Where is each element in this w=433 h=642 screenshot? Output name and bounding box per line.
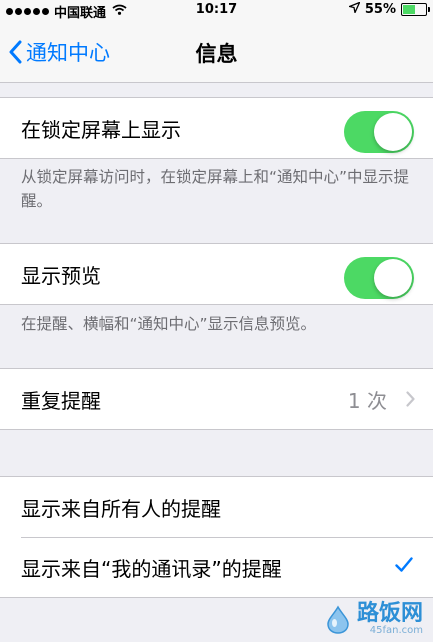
lock-screen-toggle[interactable]: [344, 111, 414, 153]
lock-screen-cell: 在锁定屏幕上显示: [0, 98, 433, 158]
repeat-value: 1 次: [347, 388, 387, 413]
battery-icon: [401, 3, 430, 16]
watermark: 路饭网 45fan.com: [323, 603, 423, 636]
preview-cell: 显示预览: [0, 244, 433, 304]
alert-option-label: 显示来自“我的通讯录”的提醒: [21, 556, 282, 581]
repeat-section: 重复提醒 1 次: [0, 368, 433, 430]
preview-section: 显示预览: [0, 243, 433, 305]
preview-label: 显示预览: [21, 263, 101, 288]
alert-source-section: 显示来自所有人的提醒 显示来自“我的通讯录”的提醒: [0, 476, 433, 598]
page-title: 信息: [195, 42, 238, 66]
checkmark-icon: [395, 557, 413, 572]
repeat-label: 重复提醒: [21, 388, 101, 413]
chevron-right-icon: [406, 391, 415, 407]
navigation-bar: 通知中心 信息: [0, 20, 433, 83]
watermark-main: 路饭网: [356, 601, 423, 626]
alert-option-label: 显示来自所有人的提醒: [21, 496, 221, 521]
alert-option-contacts[interactable]: 显示来自“我的通讯录”的提醒: [0, 537, 433, 597]
status-bar: 中国联通 10:17 55%: [0, 0, 433, 21]
repeat-cell[interactable]: 重复提醒 1 次: [0, 369, 433, 429]
lock-screen-footer: 从锁定屏幕访问时，在锁定屏幕上和“通知中心”中显示提醒。: [21, 168, 410, 210]
preview-toggle[interactable]: [344, 257, 414, 299]
watermark-sub: 45fan.com: [369, 625, 423, 636]
alert-option-all[interactable]: 显示来自所有人的提醒: [0, 477, 433, 537]
preview-footer: 在提醒、横幅和“通知中心”显示信息预览。: [21, 315, 317, 333]
battery-percent: 55%: [364, 2, 396, 17]
water-drop-logo-icon: [327, 604, 349, 634]
lock-screen-section: 在锁定屏幕上显示: [0, 97, 433, 159]
location-arrow-icon: [347, 1, 361, 17]
watermark-text: 路饭网 45fan.com: [356, 601, 423, 637]
lock-screen-label: 在锁定屏幕上显示: [21, 117, 181, 142]
status-right: 55%: [347, 1, 430, 17]
